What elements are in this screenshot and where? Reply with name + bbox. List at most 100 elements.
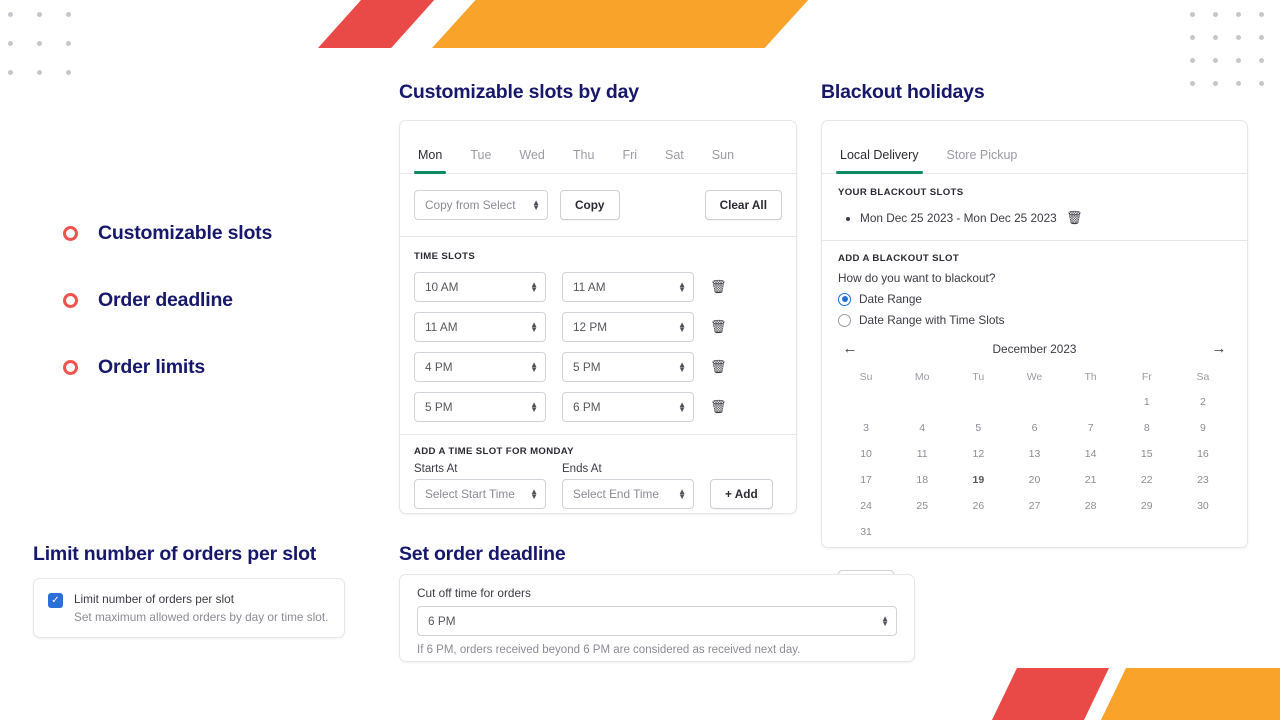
calendar-day-7[interactable]: 7 bbox=[1063, 415, 1119, 441]
decorative-dot-icon bbox=[1236, 12, 1241, 17]
stepper-caret-icon: ▲▼ bbox=[678, 362, 686, 372]
slot-start-select[interactable]: 5 PM ▲▼ bbox=[414, 392, 546, 422]
tab-tue[interactable]: Tue bbox=[456, 148, 505, 173]
stepper-caret-icon: ▲▼ bbox=[530, 282, 538, 292]
slot-end-select[interactable]: 6 PM ▲▼ bbox=[562, 392, 694, 422]
delete-slot-trash-icon[interactable]: 🗑 bbox=[710, 359, 726, 375]
calendar-day-17[interactable]: 17 bbox=[838, 467, 894, 493]
slot-end-select[interactable]: 5 PM ▲▼ bbox=[562, 352, 694, 382]
calendar-day-29[interactable]: 29 bbox=[1119, 493, 1175, 519]
calendar-day-12[interactable]: 12 bbox=[950, 441, 1006, 467]
calendar-day-22[interactable]: 22 bbox=[1119, 467, 1175, 493]
radio-date-range[interactable]: Date Range bbox=[838, 292, 1231, 306]
blackout-range-text: Mon Dec 25 2023 - Mon Dec 25 2023 bbox=[860, 211, 1057, 225]
slot-start-value: 5 PM bbox=[425, 400, 453, 414]
chevron-red-top-icon bbox=[318, 0, 436, 48]
ends-at-label: Ends At bbox=[562, 463, 694, 475]
calendar-day-16[interactable]: 16 bbox=[1175, 441, 1231, 467]
feature-list: Customizable slots Order deadline Order … bbox=[63, 200, 363, 401]
slot-start-select[interactable]: 4 PM ▲▼ bbox=[414, 352, 546, 382]
calendar-day-9[interactable]: 9 bbox=[1175, 415, 1231, 441]
slots-section-title: Customizable slots by day bbox=[399, 81, 639, 104]
copy-from-select[interactable]: Copy from Select ▲▼ bbox=[414, 190, 548, 220]
tab-sun[interactable]: Sun bbox=[698, 148, 748, 173]
calendar-day-31[interactable]: 31 bbox=[838, 519, 894, 545]
stepper-caret-icon: ▲▼ bbox=[881, 616, 889, 626]
slot-end-select[interactable]: 12 PM ▲▼ bbox=[562, 312, 694, 342]
cutoff-time-label: Cut off time for orders bbox=[417, 586, 897, 600]
calendar-day-26[interactable]: 26 bbox=[950, 493, 1006, 519]
cutoff-time-select[interactable]: 6 PM ▲▼ bbox=[417, 606, 897, 636]
calendar-day-30[interactable]: 30 bbox=[1175, 493, 1231, 519]
calendar-day-5[interactable]: 5 bbox=[950, 415, 1006, 441]
calendar-day-1[interactable]: 1 bbox=[1119, 389, 1175, 415]
copy-button[interactable]: Copy bbox=[560, 190, 620, 220]
chevron-orange-top-icon bbox=[432, 0, 810, 48]
decorative-dot-icon bbox=[1236, 58, 1241, 63]
tab-mon[interactable]: Mon bbox=[404, 148, 456, 173]
stepper-caret-icon: ▲▼ bbox=[678, 282, 686, 292]
calendar-day-8[interactable]: 8 bbox=[1119, 415, 1175, 441]
decorative-dot-icon bbox=[1190, 81, 1195, 86]
decorative-dot-icon bbox=[1259, 58, 1264, 63]
radio-date-range-with-time-slots[interactable]: Date Range with Time Slots bbox=[838, 313, 1231, 327]
radio-label: Date Range bbox=[859, 292, 922, 306]
end-time-select[interactable]: Select End Time ▲▼ bbox=[562, 479, 694, 509]
calendar-grid: SuMoTuWeThFrSa12345678910111213141516171… bbox=[838, 365, 1231, 545]
bullet-circle-icon bbox=[63, 226, 78, 241]
limit-checkbox-row[interactable]: ✓ Limit number of orders per slot Set ma… bbox=[34, 579, 344, 637]
calendar-day-18[interactable]: 18 bbox=[894, 467, 950, 493]
calendar-day-23[interactable]: 23 bbox=[1175, 467, 1231, 493]
calendar-day-15[interactable]: 15 bbox=[1119, 441, 1175, 467]
tab-sat[interactable]: Sat bbox=[651, 148, 698, 173]
calendar-day-25[interactable]: 25 bbox=[894, 493, 950, 519]
cutoff-time-value: 6 PM bbox=[428, 614, 456, 628]
decorative-dot-icon bbox=[1236, 81, 1241, 86]
decorative-dot-icon bbox=[66, 12, 71, 17]
add-time-slot-button[interactable]: + Add bbox=[710, 479, 773, 509]
delete-blackout-trash-icon[interactable]: 🗑 bbox=[1066, 210, 1082, 226]
calendar-day-empty bbox=[950, 389, 1006, 415]
calendar-day-2[interactable]: 2 bbox=[1175, 389, 1231, 415]
slot-start-select[interactable]: 10 AM ▲▼ bbox=[414, 272, 546, 302]
tab-wed[interactable]: Wed bbox=[505, 148, 558, 173]
calendar-day-4[interactable]: 4 bbox=[894, 415, 950, 441]
copy-from-value: Copy from Select bbox=[425, 198, 515, 212]
calendar-day-28[interactable]: 28 bbox=[1063, 493, 1119, 519]
customizable-slots-card: Mon Tue Wed Thu Fri Sat Sun Copy from Se… bbox=[399, 120, 797, 514]
delete-slot-trash-icon[interactable]: 🗑 bbox=[710, 399, 726, 415]
slot-start-select[interactable]: 11 AM ▲▼ bbox=[414, 312, 546, 342]
checkbox-checked-icon[interactable]: ✓ bbox=[48, 593, 63, 608]
ends-at-field: Ends At Select End Time ▲▼ bbox=[562, 463, 694, 509]
start-time-select[interactable]: Select Start Time ▲▼ bbox=[414, 479, 546, 509]
tab-fri[interactable]: Fri bbox=[608, 148, 651, 173]
feature-item-customizable-slots: Customizable slots bbox=[63, 200, 363, 267]
clear-all-button[interactable]: Clear All bbox=[705, 190, 782, 220]
stepper-caret-icon: ▲▼ bbox=[530, 362, 538, 372]
prev-month-arrow-icon[interactable]: ← bbox=[840, 340, 860, 357]
next-month-arrow-icon[interactable]: → bbox=[1209, 340, 1229, 357]
decorative-dot-icon bbox=[1213, 12, 1218, 17]
tab-thu[interactable]: Thu bbox=[559, 148, 609, 173]
delete-slot-trash-icon[interactable]: 🗑 bbox=[710, 319, 726, 335]
blackout-holidays-card: Local Delivery Store Pickup YOUR BLACKOU… bbox=[821, 120, 1248, 548]
calendar-day-6[interactable]: 6 bbox=[1006, 415, 1062, 441]
tab-store-pickup[interactable]: Store Pickup bbox=[933, 148, 1032, 173]
delete-slot-trash-icon[interactable]: 🗑 bbox=[710, 279, 726, 295]
calendar-day-19[interactable]: 19 bbox=[950, 467, 1006, 493]
calendar-day-13[interactable]: 13 bbox=[1006, 441, 1062, 467]
calendar-day-14[interactable]: 14 bbox=[1063, 441, 1119, 467]
time-slot-row: 5 PM ▲▼ 6 PM ▲▼ 🗑 bbox=[414, 392, 782, 422]
calendar-day-24[interactable]: 24 bbox=[838, 493, 894, 519]
slot-end-value: 11 AM bbox=[573, 280, 606, 294]
calendar-day-10[interactable]: 10 bbox=[838, 441, 894, 467]
calendar-day-3[interactable]: 3 bbox=[838, 415, 894, 441]
calendar-day-27[interactable]: 27 bbox=[1006, 493, 1062, 519]
calendar-day-11[interactable]: 11 bbox=[894, 441, 950, 467]
decorative-dot-icon bbox=[1213, 58, 1218, 63]
calendar-day-21[interactable]: 21 bbox=[1063, 467, 1119, 493]
tab-local-delivery[interactable]: Local Delivery bbox=[826, 148, 933, 173]
slot-end-select[interactable]: 11 AM ▲▼ bbox=[562, 272, 694, 302]
calendar-day-20[interactable]: 20 bbox=[1006, 467, 1062, 493]
slot-start-value: 4 PM bbox=[425, 360, 453, 374]
